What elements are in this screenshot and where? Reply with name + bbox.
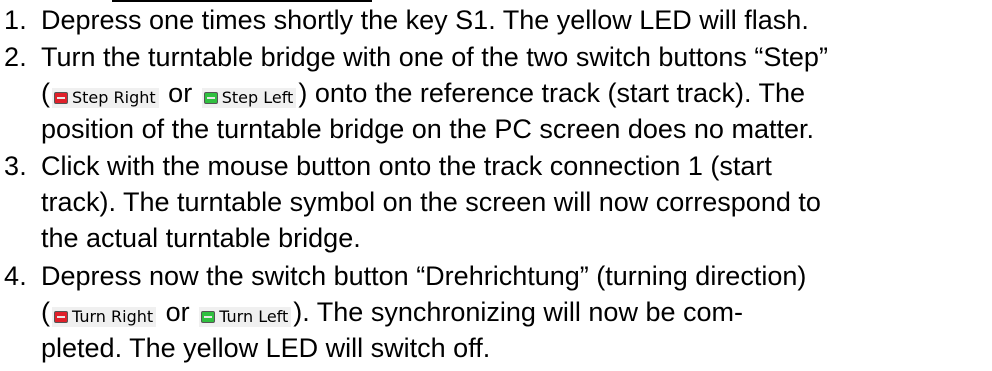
step-text-line-with-buttons: (Step Right or Step Left) onto the refer… [41, 78, 806, 108]
red-square-button-icon [54, 311, 68, 323]
step-number: 1. [4, 5, 27, 35]
instruction-list: 1. Depress one times shortly the key S1.… [0, 0, 992, 371]
green-square-button-icon [203, 92, 218, 104]
turn-right-button[interactable]: Turn Right [52, 307, 157, 327]
turn-left-button[interactable]: Turn Left [199, 307, 292, 327]
step-number: 3. [4, 151, 27, 181]
step-right-button[interactable]: Step Right [52, 88, 159, 108]
red-square-button-icon [54, 92, 68, 104]
step-text-line: Turn the turntable bridge with one of th… [41, 42, 828, 72]
step-text-line-with-buttons: (Turn Right or Turn Left). The synchroni… [41, 297, 743, 327]
step-text-line: track). The turntable symbol on the scre… [41, 187, 821, 217]
step-text-line: Depress one times shortly the key S1. Th… [41, 5, 809, 35]
step-left-button[interactable]: Step Left [201, 88, 297, 108]
step-text-line: the actual turntable bridge. [41, 223, 361, 253]
step-text-line: Click with the mouse button onto the tra… [41, 151, 772, 181]
step-text-line: position of the turntable bridge on the … [41, 114, 814, 144]
step-number: 4. [4, 261, 27, 291]
green-square-button-icon [201, 311, 216, 323]
step-text-line: Depress now the switch button “Drehricht… [41, 261, 807, 291]
step-text-line: pleted. The yellow LED will switch off. [41, 333, 491, 363]
step-number: 2. [4, 42, 27, 72]
